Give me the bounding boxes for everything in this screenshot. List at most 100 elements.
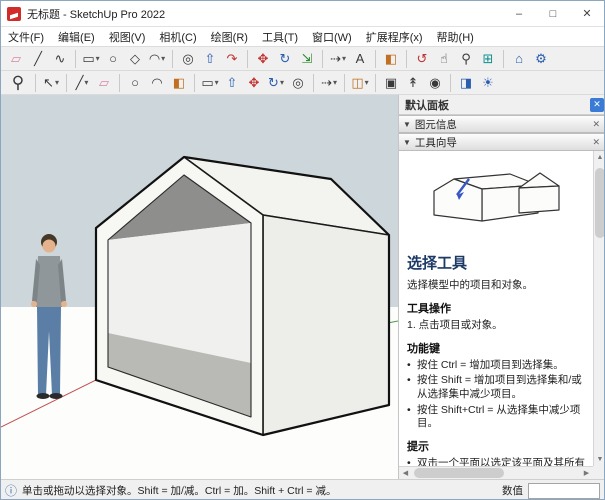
tool-shadows[interactable]: ☀ xyxy=(477,72,499,94)
scroll-down-icon[interactable]: ▼ xyxy=(594,453,605,466)
panel-title-bar[interactable]: 默认面板 ✕ xyxy=(399,95,605,115)
styles-icon: ◨ xyxy=(460,76,472,89)
scroll-right-icon[interactable]: ▶ xyxy=(580,469,593,477)
instructor-vertical-scrollbar[interactable]: ▲ ▼ xyxy=(593,151,605,466)
section-close-icon[interactable]: ✕ xyxy=(590,137,602,148)
tool-tape-2[interactable]: ⇢▾ xyxy=(318,72,340,94)
offset-icon: ◎ xyxy=(182,52,193,65)
tool-push-pull-2[interactable]: ⇧ xyxy=(221,72,243,94)
tool-circle[interactable]: ○ xyxy=(102,48,124,70)
tool-line[interactable]: ╱ xyxy=(27,48,49,70)
tape-measure-icon: ⇢ xyxy=(321,76,332,89)
menu-view[interactable]: 视图(V) xyxy=(102,27,153,47)
info-icon[interactable]: ⓘ xyxy=(5,482,17,499)
menu-edit[interactable]: 编辑(E) xyxy=(51,27,102,47)
tool-eraser[interactable]: ▱ xyxy=(5,48,27,70)
tool-pan[interactable]: ☝ xyxy=(433,48,455,70)
menu-window[interactable]: 窗口(W) xyxy=(305,27,359,47)
tool-paint-2[interactable]: ◧ xyxy=(168,72,190,94)
tool-extension-warehouse[interactable]: ⚙ xyxy=(530,48,552,70)
status-bar: ⓘ 单击或拖动以选择对象。Shift = 加/减。Ctrl = 加。Shift … xyxy=(1,479,604,500)
menu-tools[interactable]: 工具(T) xyxy=(255,27,305,47)
toolbar-separator xyxy=(313,74,314,92)
toolbar-separator xyxy=(406,50,407,68)
tool-rotate-2[interactable]: ↻▾ xyxy=(265,72,287,94)
tool-zoom-extents[interactable]: ⊞ xyxy=(477,48,499,70)
tool-move-2[interactable]: ✥ xyxy=(243,72,265,94)
tool-styles[interactable]: ◨ xyxy=(455,72,477,94)
tool-rectangle[interactable]: ▭▾ xyxy=(80,48,102,70)
toolbar-separator xyxy=(344,74,345,92)
paint-bucket-icon: ◧ xyxy=(385,52,397,65)
menu-camera[interactable]: 相机(C) xyxy=(152,27,203,47)
scroll-up-icon[interactable]: ▲ xyxy=(594,151,605,164)
scrollbar-thumb[interactable] xyxy=(414,468,504,478)
tool-zoom[interactable]: ⚲ xyxy=(455,48,477,70)
model-viewport[interactable] xyxy=(1,95,398,479)
scrollbar-track[interactable] xyxy=(412,467,580,479)
maximize-button[interactable]: □ xyxy=(536,1,570,26)
minimize-button[interactable]: – xyxy=(502,1,536,26)
dropdown-arrow-icon[interactable]: ▾ xyxy=(280,79,284,87)
rotate-icon: ↻ xyxy=(280,52,291,65)
freehand-icon: ∿ xyxy=(55,52,66,65)
dropdown-arrow-icon[interactable]: ▾ xyxy=(333,79,337,87)
dropdown-arrow-icon[interactable]: ▾ xyxy=(96,55,100,63)
tool-zoom-large[interactable]: ⚲ xyxy=(5,72,31,94)
instructor-horizontal-scrollbar[interactable]: ◀ ▶ xyxy=(399,466,593,479)
collapse-arrow-icon[interactable]: ▼ xyxy=(403,120,411,129)
dropdown-arrow-icon[interactable]: ▾ xyxy=(365,79,369,87)
measurement-input[interactable] xyxy=(528,483,600,499)
warehouse-icon: ⌂ xyxy=(515,52,523,65)
menu-draw[interactable]: 绘图(R) xyxy=(204,27,255,47)
tool-offset-2[interactable]: ◎ xyxy=(287,72,309,94)
toolbar-separator xyxy=(66,74,67,92)
instructor-content: 选择工具 选择模型中的项目和对象。 工具操作 1. 点击项目或对象。 功能键 •… xyxy=(399,151,593,466)
tool-tape-measure[interactable]: ⇢▾ xyxy=(327,48,349,70)
tool-orbit[interactable]: ↺ xyxy=(411,48,433,70)
tool-section-plane[interactable]: ◫▾ xyxy=(349,72,371,94)
tool-polygon[interactable]: ◇ xyxy=(124,48,146,70)
menu-file[interactable]: 文件(F) xyxy=(1,27,51,47)
tool-arc-2[interactable]: ◠ xyxy=(146,72,168,94)
tool-follow-me[interactable]: ↷ xyxy=(221,48,243,70)
dropdown-arrow-icon[interactable]: ▾ xyxy=(215,79,219,87)
tool-text[interactable]: A xyxy=(349,48,371,70)
collapse-arrow-icon[interactable]: ▼ xyxy=(403,138,411,147)
scrollbar-thumb[interactable] xyxy=(595,168,605,238)
dropdown-arrow-icon[interactable]: ▾ xyxy=(84,79,88,87)
tool-select[interactable]: ↖▾ xyxy=(40,72,62,94)
tool-circle-2[interactable]: ○ xyxy=(124,72,146,94)
tool-move[interactable]: ✥ xyxy=(252,48,274,70)
tool-paint-bucket[interactable]: ◧ xyxy=(380,48,402,70)
scrollbar-track[interactable] xyxy=(594,164,605,453)
tool-eraser-2[interactable]: ▱ xyxy=(93,72,115,94)
tool-rotate[interactable]: ↻ xyxy=(274,48,296,70)
section-close-icon[interactable]: ✕ xyxy=(590,119,602,130)
dropdown-arrow-icon[interactable]: ▾ xyxy=(342,55,346,63)
menu-help[interactable]: 帮助(H) xyxy=(430,27,481,47)
tool-freehand[interactable]: ∿ xyxy=(49,48,71,70)
tool-rectangle-2[interactable]: ▭▾ xyxy=(199,72,221,94)
section-instructor[interactable]: ▼ 工具向导 ✕ xyxy=(399,133,605,151)
tool-arc[interactable]: ◠▾ xyxy=(146,48,168,70)
dropdown-arrow-icon[interactable]: ▾ xyxy=(55,79,59,87)
section-entity-info[interactable]: ▼ 图元信息 ✕ xyxy=(399,115,605,133)
polygon-icon: ◇ xyxy=(130,52,140,65)
tool-3d-warehouse[interactable]: ⌂ xyxy=(508,48,530,70)
dropdown-arrow-icon[interactable]: ▾ xyxy=(161,55,165,63)
close-button[interactable]: ✕ xyxy=(570,1,604,26)
tool-walk[interactable]: ↟ xyxy=(402,72,424,94)
pan-icon: ☝ xyxy=(440,52,448,65)
menu-extensions[interactable]: 扩展程序(x) xyxy=(359,27,430,47)
tool-offset[interactable]: ◎ xyxy=(177,48,199,70)
arc-icon: ◠ xyxy=(151,76,162,89)
tool-scale[interactable]: ⇲ xyxy=(296,48,318,70)
scroll-left-icon[interactable]: ◀ xyxy=(399,469,412,477)
panel-close-icon[interactable]: ✕ xyxy=(590,98,604,112)
tool-look-around[interactable]: ◉ xyxy=(424,72,446,94)
house-model xyxy=(96,157,389,435)
tool-position-camera[interactable]: ▣ xyxy=(380,72,402,94)
tool-push-pull[interactable]: ⇧ xyxy=(199,48,221,70)
tool-line-2[interactable]: ╱▾ xyxy=(71,72,93,94)
